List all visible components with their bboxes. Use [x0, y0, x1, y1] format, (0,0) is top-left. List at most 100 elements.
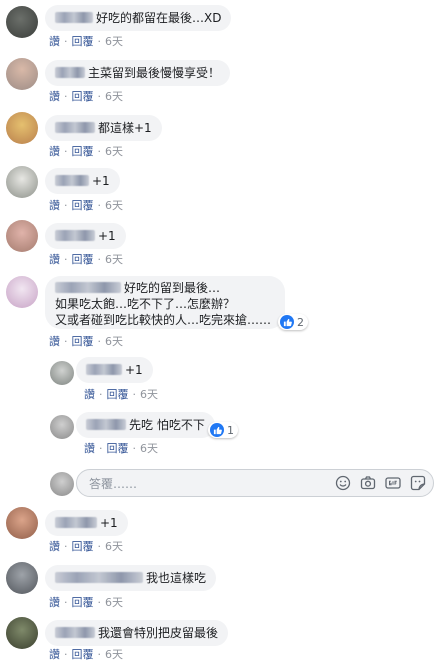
timestamp[interactable]: 6天	[140, 440, 158, 456]
timestamp[interactable]: 6天	[105, 333, 123, 349]
comment-bubble: 我還會特別把皮留最後	[45, 620, 229, 646]
comment-text: +1	[100, 516, 118, 530]
comment-actions: 讚 · 回覆 · 6天	[49, 646, 123, 662]
reaction-count[interactable]: 1	[208, 422, 238, 438]
comment-text: 好吃的都留在最後…XD	[96, 11, 222, 25]
redacted-name[interactable]	[55, 517, 97, 528]
like-link[interactable]: 讚	[49, 143, 60, 159]
avatar[interactable]	[6, 617, 38, 649]
emoji-icon[interactable]	[335, 475, 351, 491]
avatar[interactable]	[6, 562, 38, 594]
redacted-name[interactable]	[55, 12, 93, 23]
like-link[interactable]: 讚	[49, 33, 60, 49]
like-icon	[210, 423, 224, 437]
timestamp[interactable]: 6天	[105, 594, 123, 610]
reply-input-box[interactable]	[76, 469, 434, 497]
timestamp[interactable]: 6天	[105, 143, 123, 159]
comment-text-line: 好吃的留到最後…	[124, 281, 221, 295]
timestamp[interactable]: 6天	[105, 646, 123, 662]
comment-text: +1	[98, 229, 116, 243]
timestamp[interactable]: 6天	[105, 251, 123, 267]
redacted-name[interactable]	[86, 364, 122, 375]
like-icon	[280, 315, 294, 329]
comment-bubble: 我也這樣吃	[45, 565, 217, 591]
reply-link[interactable]: 回覆	[72, 197, 94, 213]
reply-actions: 讚 · 回覆 · 6天	[84, 440, 158, 456]
redacted-name[interactable]	[55, 282, 121, 293]
comment-text: 我還會特別把皮留最後	[98, 626, 219, 640]
redacted-name[interactable]	[55, 572, 143, 583]
like-link[interactable]: 讚	[49, 333, 60, 349]
comment-bubble: +1	[45, 510, 128, 536]
avatar[interactable]	[6, 58, 38, 90]
reply-link[interactable]: 回覆	[107, 386, 129, 402]
like-link[interactable]: 讚	[49, 88, 60, 104]
avatar[interactable]	[6, 276, 38, 308]
comment-actions: 讚 · 回覆 · 6天	[49, 88, 123, 104]
comment-bubble: +1	[45, 168, 120, 194]
reaction-count[interactable]: 2	[278, 314, 308, 330]
camera-icon[interactable]	[360, 475, 376, 491]
comment-text-line: 又或者碰到吃比較快的人…吃完來搶……	[55, 313, 272, 327]
avatar[interactable]	[50, 415, 74, 439]
like-link[interactable]: 讚	[49, 251, 60, 267]
reply-bubble: +1	[76, 357, 153, 383]
avatar	[50, 472, 74, 496]
redacted-name[interactable]	[55, 67, 85, 78]
timestamp[interactable]: 6天	[105, 33, 123, 49]
reply-link[interactable]: 回覆	[72, 33, 94, 49]
timestamp[interactable]: 6天	[105, 197, 123, 213]
comment-actions: 讚 · 回覆 · 6天	[49, 197, 123, 213]
reply-link[interactable]: 回覆	[72, 594, 94, 610]
avatar[interactable]	[6, 166, 38, 198]
comment-text: +1	[92, 174, 110, 188]
avatar[interactable]	[6, 220, 38, 252]
comment-text: +1	[125, 363, 143, 377]
reaction-number: 2	[297, 315, 304, 329]
comment-actions: 讚 · 回覆 · 6天	[49, 143, 123, 159]
reply-link[interactable]: 回覆	[72, 538, 94, 554]
comment-actions: 讚 · 回覆 · 6天	[49, 594, 123, 610]
like-link[interactable]: 讚	[84, 440, 95, 456]
reply-link[interactable]: 回覆	[72, 88, 94, 104]
like-link[interactable]: 讚	[49, 197, 60, 213]
avatar[interactable]	[50, 361, 74, 385]
comment-text-line: 如果吃太飽…吃不下了…怎麼辦？	[55, 297, 236, 311]
comment-text: 主菜留到最後慢慢享受！	[88, 66, 221, 80]
reply-link[interactable]: 回覆	[72, 646, 94, 662]
like-link[interactable]: 讚	[49, 594, 60, 610]
like-link[interactable]: 讚	[49, 538, 60, 554]
reply-link[interactable]: 回覆	[72, 143, 94, 159]
avatar[interactable]	[6, 507, 38, 539]
reply-link[interactable]: 回覆	[72, 333, 94, 349]
timestamp[interactable]: 6天	[105, 538, 123, 554]
avatar[interactable]	[6, 6, 38, 38]
redacted-name[interactable]	[55, 627, 95, 638]
timestamp[interactable]: 6天	[105, 88, 123, 104]
sticker-icon[interactable]	[410, 475, 426, 491]
like-link[interactable]: 讚	[49, 646, 60, 662]
comment-bubble: 好吃的都留在最後…XD	[45, 5, 232, 31]
redacted-name[interactable]	[55, 175, 89, 186]
comment-actions: 讚 · 回覆 · 6天	[49, 251, 123, 267]
reply-actions: 讚 · 回覆 · 6天	[84, 386, 158, 402]
gif-icon[interactable]	[385, 475, 401, 491]
comment-actions: 讚 · 回覆 · 6天	[49, 33, 123, 49]
reply-link[interactable]: 回覆	[72, 251, 94, 267]
comment-text: 都這樣+1	[98, 121, 152, 135]
redacted-name[interactable]	[55, 122, 95, 133]
reply-input[interactable]	[87, 474, 321, 494]
redacted-name[interactable]	[55, 230, 95, 241]
like-link[interactable]: 讚	[84, 386, 95, 402]
comment-actions: 讚 · 回覆 · 6天	[49, 538, 123, 554]
reply-bubble: 先吃 怕吃不下	[76, 412, 215, 438]
comment-text: 我也這樣吃	[146, 571, 207, 585]
redacted-name[interactable]	[86, 419, 126, 430]
comment-bubble: 好吃的留到最後… 如果吃太飽…吃不下了…怎麼辦？ 又或者碰到吃比較快的人…吃完來…	[45, 276, 285, 329]
avatar[interactable]	[6, 112, 38, 144]
comment-actions: 讚 · 回覆 · 6天	[49, 333, 123, 349]
reply-link[interactable]: 回覆	[107, 440, 129, 456]
comment-text: 先吃 怕吃不下	[129, 418, 205, 432]
timestamp[interactable]: 6天	[140, 386, 158, 402]
comment-bubble: 主菜留到最後慢慢享受！	[45, 60, 231, 86]
